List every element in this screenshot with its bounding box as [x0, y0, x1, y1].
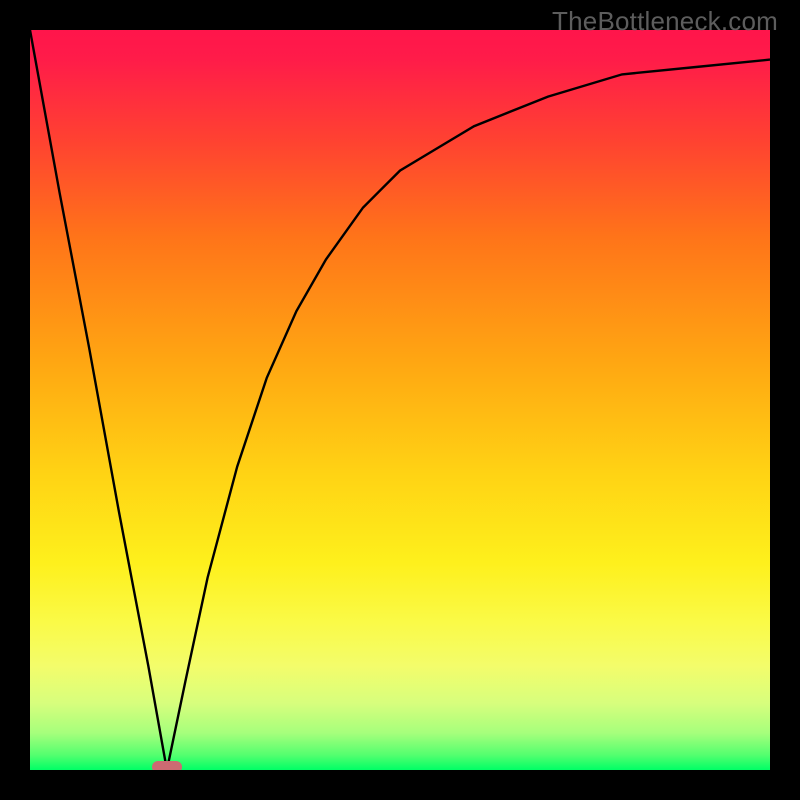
chart-frame: TheBottleneck.com [0, 0, 800, 800]
bottleneck-curve-path [30, 30, 770, 770]
minimum-marker [152, 761, 182, 770]
watermark-text: TheBottleneck.com [552, 6, 778, 37]
plot-area [30, 30, 770, 770]
curve-svg [30, 30, 770, 770]
